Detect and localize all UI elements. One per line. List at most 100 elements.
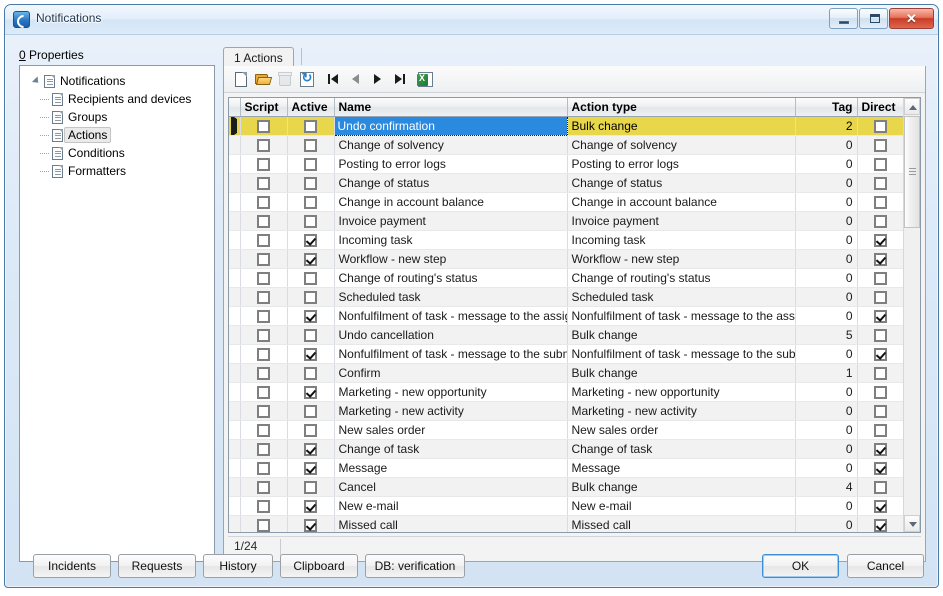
grid-vertical-scrollbar[interactable] [903, 98, 920, 532]
active-checkbox[interactable] [304, 271, 317, 285]
table-row[interactable]: Scheduled task Scheduled task 0 [229, 287, 904, 307]
action-type-cell[interactable]: Invoice payment [567, 211, 796, 231]
direct-checkbox[interactable] [873, 461, 887, 475]
direct-checkbox[interactable] [873, 157, 887, 171]
name-cell[interactable]: Change of task [334, 439, 568, 459]
script-checkbox[interactable] [257, 461, 270, 475]
script-checkbox[interactable] [257, 309, 270, 323]
direct-cell[interactable] [857, 515, 904, 532]
name-cell[interactable]: Change of solvency [334, 135, 568, 155]
action-type-cell[interactable]: Incoming task [567, 230, 796, 250]
close-button[interactable]: ✕ [889, 8, 934, 29]
script-cell[interactable] [240, 382, 288, 402]
active-cell[interactable] [287, 116, 335, 136]
direct-checkbox[interactable] [873, 309, 887, 323]
tag-cell[interactable]: 2 [795, 116, 858, 136]
name-cell[interactable]: Confirm [334, 363, 568, 383]
direct-cell[interactable] [857, 173, 904, 193]
direct-checkbox[interactable] [873, 195, 887, 209]
row-indicator-cell[interactable] [229, 116, 241, 136]
active-checkbox[interactable] [304, 461, 317, 475]
script-cell[interactable] [240, 325, 288, 345]
tag-cell[interactable]: 0 [795, 173, 858, 193]
active-checkbox[interactable] [304, 499, 317, 513]
name-cell[interactable]: Undo confirmation [333, 115, 568, 136]
row-indicator-cell[interactable] [229, 249, 241, 269]
active-cell[interactable] [287, 173, 335, 193]
table-row[interactable]: Change of solvency Change of solvency 0 [229, 135, 904, 155]
row-indicator-cell[interactable] [229, 306, 241, 326]
action-type-cell[interactable]: Message [567, 458, 796, 478]
table-row[interactable]: Marketing - new activity Marketing - new … [229, 401, 904, 421]
table-row[interactable]: Incoming task Incoming task 0 [229, 230, 904, 250]
direct-cell[interactable] [857, 211, 904, 231]
direct-cell[interactable] [857, 401, 904, 421]
script-checkbox[interactable] [257, 385, 270, 399]
active-cell[interactable] [287, 439, 335, 459]
column-header-tag[interactable]: Tag [795, 98, 858, 117]
direct-cell[interactable] [857, 439, 904, 459]
first-record-button[interactable] [322, 68, 344, 90]
column-header-name[interactable]: Name [334, 98, 568, 117]
active-cell[interactable] [287, 382, 335, 402]
script-checkbox[interactable] [257, 404, 270, 418]
active-checkbox[interactable] [304, 119, 317, 133]
tree-node-actions[interactable]: Actions [20, 126, 214, 144]
script-checkbox[interactable] [257, 138, 270, 152]
script-checkbox[interactable] [257, 119, 270, 133]
tag-cell[interactable]: 0 [795, 135, 858, 155]
action-type-cell[interactable]: Bulk change [567, 116, 796, 136]
table-row[interactable]: New e-mail New e-mail 0 [229, 496, 904, 516]
table-row[interactable]: Nonfulfilment of task - message to the a… [229, 306, 904, 326]
direct-cell[interactable] [857, 458, 904, 478]
refresh-button[interactable] [296, 68, 318, 90]
script-cell[interactable] [240, 344, 288, 364]
actions-grid[interactable]: Script Active Name Action type Tag Direc… [228, 97, 921, 533]
script-checkbox[interactable] [257, 328, 270, 342]
direct-cell[interactable] [857, 344, 904, 364]
scroll-down-button[interactable] [904, 515, 920, 532]
active-checkbox[interactable] [304, 309, 317, 323]
table-row[interactable]: Change of task Change of task 0 [229, 439, 904, 459]
script-cell[interactable] [240, 211, 288, 231]
column-header-action-type[interactable]: Action type [567, 98, 796, 117]
name-cell[interactable]: Marketing - new opportunity [334, 382, 568, 402]
direct-checkbox[interactable] [873, 347, 887, 361]
action-type-cell[interactable]: Workflow - new step [567, 249, 796, 269]
script-cell[interactable] [240, 515, 288, 532]
row-indicator-cell[interactable] [229, 515, 241, 532]
direct-checkbox[interactable] [873, 214, 887, 228]
row-indicator-cell[interactable] [229, 458, 241, 478]
script-checkbox[interactable] [257, 252, 270, 266]
active-cell[interactable] [287, 154, 335, 174]
direct-cell[interactable] [857, 116, 904, 136]
row-indicator-cell[interactable] [229, 401, 241, 421]
clipboard-button[interactable]: Clipboard [280, 554, 358, 578]
active-cell[interactable] [287, 135, 335, 155]
table-row[interactable]: Undo cancellation Bulk change 5 [229, 325, 904, 345]
name-cell[interactable]: Missed call [334, 515, 568, 532]
tag-cell[interactable]: 0 [795, 249, 858, 269]
script-cell[interactable] [240, 154, 288, 174]
active-cell[interactable] [287, 496, 335, 516]
active-cell[interactable] [287, 192, 335, 212]
scroll-up-button[interactable] [904, 98, 920, 115]
name-cell[interactable]: New sales order [334, 420, 568, 440]
name-cell[interactable]: Workflow - new step [334, 249, 568, 269]
direct-cell[interactable] [857, 249, 904, 269]
tag-cell[interactable]: 0 [795, 515, 858, 532]
maximize-button[interactable] [859, 8, 888, 29]
direct-cell[interactable] [857, 420, 904, 440]
script-checkbox[interactable] [257, 499, 270, 513]
row-indicator-cell[interactable] [229, 268, 241, 288]
new-button[interactable] [230, 68, 252, 90]
table-row[interactable]: Missed call Missed call 0 [229, 515, 904, 532]
active-checkbox[interactable] [304, 347, 317, 361]
tag-cell[interactable]: 0 [795, 401, 858, 421]
direct-cell[interactable] [857, 230, 904, 250]
next-record-button[interactable] [366, 68, 388, 90]
active-cell[interactable] [287, 287, 335, 307]
script-cell[interactable] [240, 439, 288, 459]
action-type-cell[interactable]: Change in account balance [567, 192, 796, 212]
action-type-cell[interactable]: Bulk change [567, 325, 796, 345]
